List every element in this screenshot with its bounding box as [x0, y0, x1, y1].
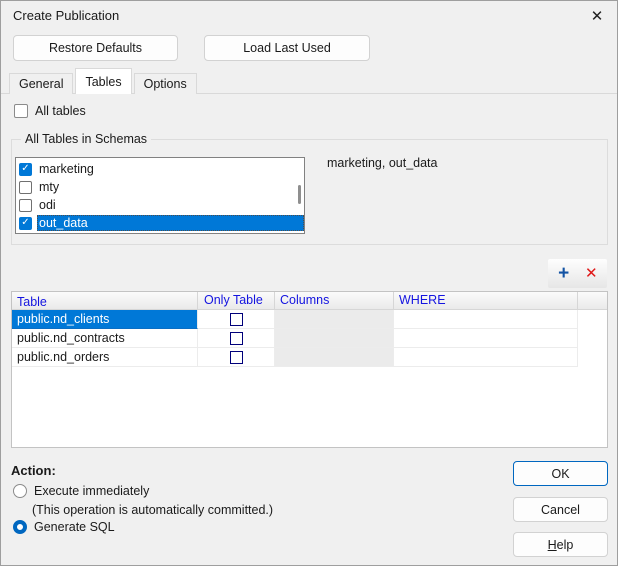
list-item[interactable]: mty	[16, 178, 304, 196]
only-table-checkbox[interactable]	[229, 331, 243, 345]
where-cell[interactable]	[394, 310, 578, 329]
table-name-cell[interactable]: public.nd_orders	[12, 348, 198, 367]
only-table-cell[interactable]	[198, 329, 275, 348]
schema-label[interactable]: odi	[37, 197, 304, 213]
only-table-checkbox[interactable]	[229, 350, 243, 364]
execute-immediately-radio[interactable]	[13, 484, 27, 498]
plus-icon: +	[558, 263, 570, 284]
schemas-listbox[interactable]: ✓ marketing mty odi ✓ out_data	[15, 157, 305, 234]
schema-label[interactable]: mty	[37, 179, 304, 195]
where-cell[interactable]	[394, 348, 578, 367]
only-table-checkbox[interactable]	[229, 312, 243, 326]
table-row[interactable]: public.nd_clients	[12, 310, 607, 329]
column-header-only-table[interactable]: Only Table	[198, 292, 275, 309]
column-header-columns[interactable]: Columns	[275, 292, 394, 309]
title-bar: Create Publication ✕	[1, 1, 617, 31]
table-name-cell[interactable]: public.nd_contracts	[12, 329, 198, 348]
column-header-table[interactable]: Table	[12, 292, 198, 309]
execute-immediately-label[interactable]: Execute immediately	[34, 484, 149, 498]
schemas-groupbox-title: All Tables in Schemas	[21, 132, 152, 146]
check-icon: ✓	[21, 163, 30, 174]
only-table-cell[interactable]	[198, 348, 275, 367]
listbox-scrollbar-thumb[interactable]	[298, 185, 301, 204]
grid-toolbar: + ✕	[548, 259, 607, 288]
check-icon: ✓	[21, 217, 30, 228]
schema-checkbox-marketing[interactable]: ✓	[19, 162, 32, 176]
cancel-button[interactable]: Cancel	[513, 497, 608, 522]
columns-cell[interactable]	[275, 348, 394, 367]
help-button[interactable]: Help	[513, 532, 608, 557]
columns-cell[interactable]	[275, 310, 394, 329]
selected-schemas-summary: marketing, out_data	[327, 156, 438, 170]
schema-checkbox-odi[interactable]	[19, 198, 32, 212]
generate-sql-option: Generate SQL	[13, 520, 115, 534]
generate-sql-label[interactable]: Generate SQL	[34, 520, 115, 534]
execute-immediately-option: Execute immediately	[13, 484, 149, 498]
action-label: Action:	[11, 463, 56, 478]
delete-x-icon: ✕	[585, 265, 598, 282]
all-tables-checkbox[interactable]	[14, 104, 28, 118]
column-header-where[interactable]: WHERE	[394, 292, 578, 309]
schema-checkbox-mty[interactable]	[19, 180, 32, 194]
grid-header-row: Table Only Table Columns WHERE	[12, 292, 607, 310]
tab-strip: General Tables Options	[9, 68, 199, 94]
dialog-title: Create Publication	[13, 8, 120, 23]
all-tables-row: All tables	[14, 104, 86, 118]
add-table-button[interactable]: +	[552, 262, 576, 286]
tab-options[interactable]: Options	[133, 73, 197, 94]
schema-checkbox-out-data[interactable]: ✓	[19, 216, 32, 230]
table-row[interactable]: public.nd_contracts	[12, 329, 607, 348]
close-button[interactable]: ✕	[582, 4, 612, 27]
execute-immediately-note: (This operation is automatically committ…	[32, 503, 274, 517]
schema-label-selected[interactable]: out_data	[37, 215, 304, 231]
schema-label[interactable]: marketing	[37, 161, 304, 177]
create-publication-dialog: Create Publication ✕ Restore Defaults Lo…	[0, 0, 618, 566]
only-table-cell[interactable]	[198, 310, 275, 329]
generate-sql-radio[interactable]	[13, 520, 27, 534]
restore-defaults-button[interactable]: Restore Defaults	[13, 35, 178, 61]
all-tables-label[interactable]: All tables	[35, 104, 86, 118]
list-item[interactable]: odi	[16, 196, 304, 214]
tables-grid: Table Only Table Columns WHERE public.nd…	[11, 291, 608, 448]
tab-general[interactable]: General	[9, 73, 74, 94]
load-last-used-button[interactable]: Load Last Used	[204, 35, 370, 61]
ok-button[interactable]: OK	[513, 461, 608, 486]
columns-cell[interactable]	[275, 329, 394, 348]
tab-tables[interactable]: Tables	[75, 68, 132, 94]
help-rest: elp	[556, 537, 574, 552]
table-name-cell[interactable]: public.nd_clients	[12, 310, 198, 329]
delete-table-button[interactable]: ✕	[579, 262, 603, 286]
table-row[interactable]: public.nd_orders	[12, 348, 607, 367]
help-mnemonic: H	[547, 537, 557, 552]
list-item[interactable]: ✓ out_data	[16, 214, 304, 232]
close-icon: ✕	[590, 7, 604, 25]
where-cell[interactable]	[394, 329, 578, 348]
list-item[interactable]: ✓ marketing	[16, 160, 304, 178]
